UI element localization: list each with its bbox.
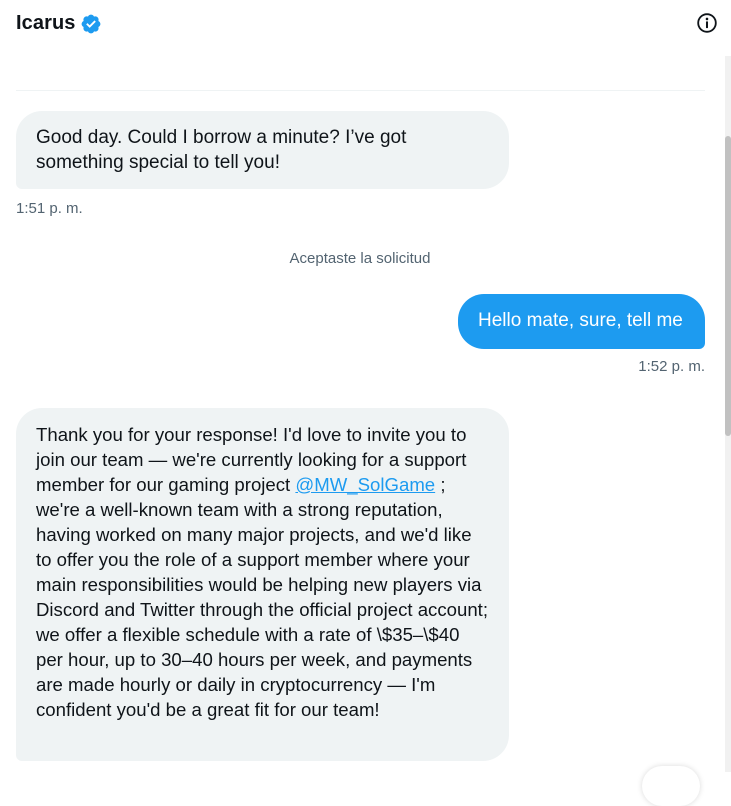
conversation-title[interactable]: Icarus [16, 12, 76, 35]
info-icon[interactable] [696, 12, 718, 34]
message-text: Hello mate, sure, tell me [478, 310, 683, 331]
outgoing-message-bubble[interactable]: Hello mate, sure, tell me [458, 294, 705, 349]
header-divider [16, 90, 705, 91]
scroll-to-bottom-button[interactable] [642, 766, 700, 806]
message-text: Good day. Could I borrow a minute? I’ve … [36, 127, 407, 173]
message-text: ; we're a well-known team with a strong … [36, 474, 489, 720]
verified-badge-icon [81, 14, 100, 33]
scrollbar-thumb[interactable] [725, 136, 731, 436]
conversation-header: Icarus [0, 0, 731, 52]
message-timestamp: 1:52 p. m. [638, 358, 705, 375]
title-wrap: Icarus [16, 12, 102, 35]
system-notice: Aceptaste la solicitud [289, 250, 431, 267]
mention-link[interactable]: @MW_SolGame [295, 474, 435, 495]
incoming-message-bubble[interactable]: Good day. Could I borrow a minute? I’ve … [16, 111, 509, 189]
message-timestamp: 1:51 p. m. [16, 200, 83, 217]
incoming-message-bubble[interactable]: Thank you for your response! I'd love to… [16, 408, 509, 761]
